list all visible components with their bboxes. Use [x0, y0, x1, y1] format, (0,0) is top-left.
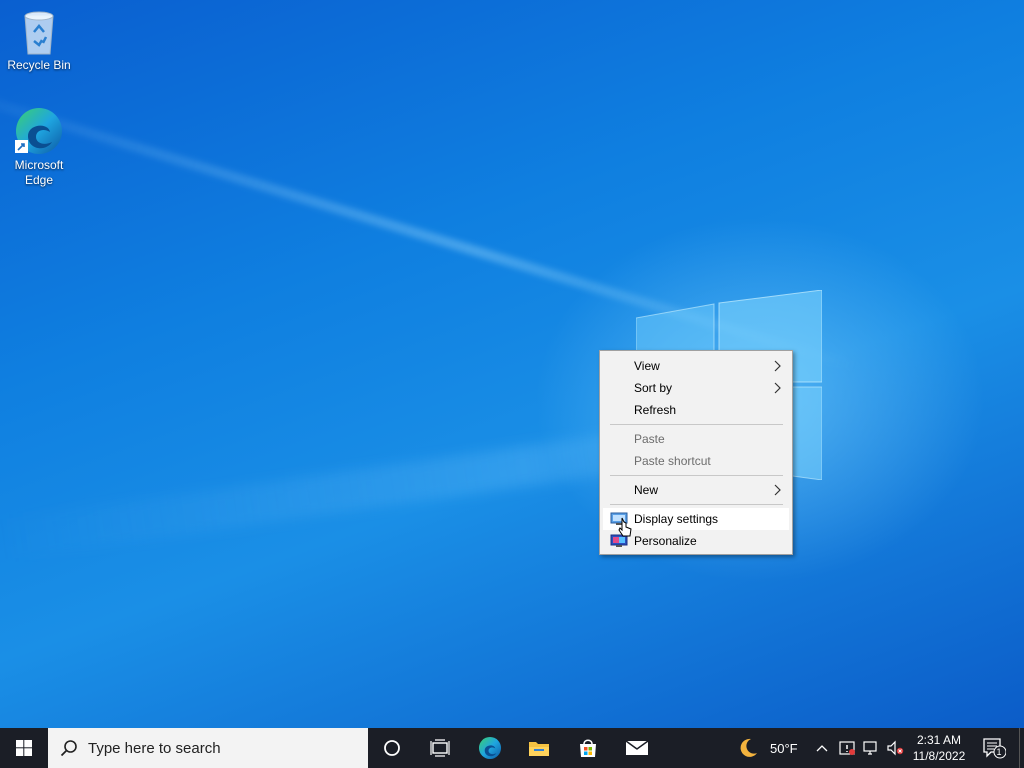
menu-item-paste[interactable]: Paste: [603, 428, 789, 450]
clock-date: 11/8/2022: [912, 749, 966, 763]
desktop-icon-recycle-bin[interactable]: Recycle Bin: [1, 8, 77, 73]
desktop[interactable]: Recycle Bin Microsoft Edge View Sort by …: [0, 0, 1024, 728]
menu-item-paste-shortcut[interactable]: Paste shortcut: [603, 450, 789, 472]
moon-icon: [740, 738, 757, 757]
chevron-right-icon: [774, 484, 781, 496]
menu-item-label: Display settings: [634, 512, 719, 526]
clock-time: 2:31 AM: [916, 733, 962, 747]
show-desktop-button[interactable]: [1019, 728, 1024, 768]
task-view-button[interactable]: [420, 728, 460, 768]
menu-item-label: View: [634, 359, 660, 373]
menu-item-label: Paste: [634, 432, 665, 446]
file-explorer-icon: [529, 742, 549, 756]
start-button[interactable]: [0, 728, 48, 768]
menu-item-label: Refresh: [634, 403, 677, 417]
menu-item-new[interactable]: New: [603, 479, 789, 501]
search-box[interactable]: Type here to search: [48, 728, 368, 768]
mail-icon: [625, 740, 649, 755]
menu-item-refresh[interactable]: Refresh: [603, 399, 789, 421]
show-hidden-icons-button[interactable]: [812, 728, 832, 768]
desktop-icon-label: Recycle Bin: [7, 58, 71, 72]
windows-start-icon: [16, 740, 32, 756]
taskbar-store-button[interactable]: [568, 728, 608, 768]
weather-temp: 50°F: [770, 740, 798, 756]
menu-separator: [610, 504, 783, 505]
menu-item-label: Paste shortcut: [634, 454, 711, 468]
menu-item-label: Personalize: [634, 534, 697, 548]
search-placeholder: Type here to search: [88, 740, 221, 757]
network-icon: [863, 741, 877, 755]
tray-volume-button[interactable]: [884, 728, 906, 768]
cortana-icon: [384, 740, 400, 756]
microsoft-store-icon: [580, 739, 596, 757]
volume-muted-icon: [887, 740, 904, 756]
menu-separator: [610, 424, 783, 425]
recycle-bin-icon: [19, 8, 59, 56]
cortana-button[interactable]: [372, 728, 412, 768]
shield-icon: [839, 741, 855, 755]
chevron-up-icon: [816, 745, 828, 752]
chevron-right-icon: [774, 360, 781, 372]
clock[interactable]: 2:31 AM 11/8/2022: [908, 728, 970, 768]
chevron-right-icon: [774, 382, 781, 394]
search-icon: [60, 740, 77, 757]
taskbar-file-explorer-button[interactable]: [519, 728, 559, 768]
desktop-icon-microsoft-edge[interactable]: Microsoft Edge: [1, 106, 77, 188]
edge-icon: [14, 106, 64, 156]
menu-item-label: New: [634, 483, 659, 497]
tray-network-button[interactable]: [860, 728, 882, 768]
taskbar: Type here to search 50°F 2:31 AM 11/8/20…: [0, 728, 1024, 768]
menu-item-sort-by[interactable]: Sort by: [603, 377, 789, 399]
menu-item-view[interactable]: View: [603, 355, 789, 377]
weather-widget[interactable]: 50°F: [736, 728, 806, 768]
menu-separator: [610, 475, 783, 476]
edge-icon: [478, 736, 502, 760]
mouse-cursor-icon: [618, 517, 632, 537]
taskbar-edge-button[interactable]: [470, 728, 510, 768]
notification-count-badge: 1: [996, 747, 1002, 757]
desktop-icon-label: Microsoft Edge: [14, 158, 64, 187]
menu-item-label: Sort by: [634, 381, 673, 395]
taskbar-mail-button[interactable]: [617, 728, 657, 768]
action-center-button[interactable]: 1: [976, 728, 1012, 768]
task-view-icon: [430, 739, 450, 757]
tray-security-button[interactable]: [836, 728, 858, 768]
